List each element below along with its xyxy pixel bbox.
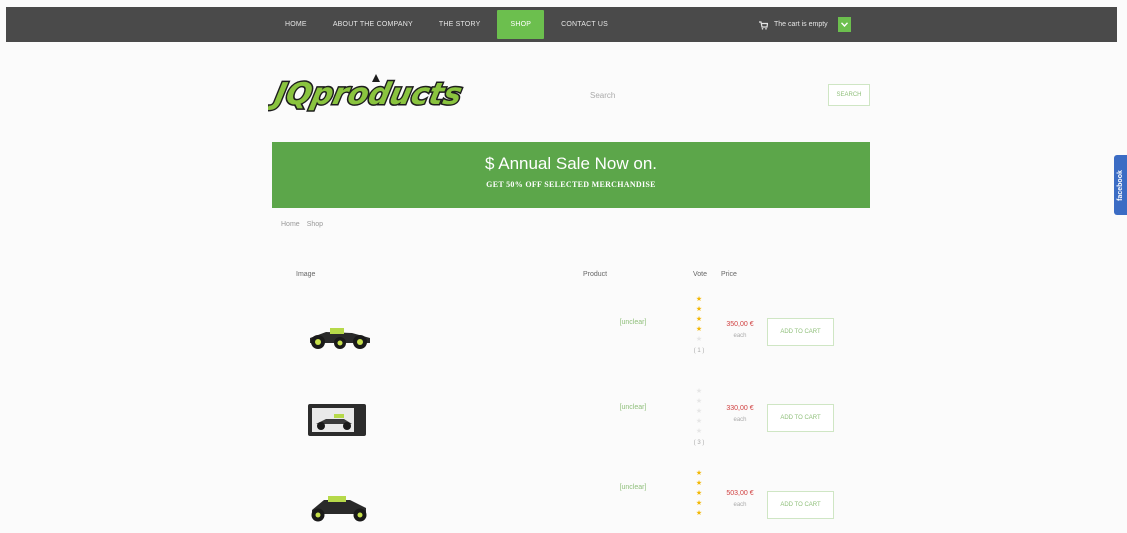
- star-icon[interactable]: ★: [696, 490, 702, 498]
- price-unit: each: [733, 502, 747, 508]
- breadcrumb-home[interactable]: Home: [281, 221, 300, 228]
- nav-shop[interactable]: SHOP: [497, 10, 545, 39]
- add-to-cart-button[interactable]: ADD TO CART: [767, 491, 834, 519]
- star-icon[interactable]: ★: [696, 500, 702, 508]
- star-icon[interactable]: ★: [696, 316, 702, 324]
- product-name[interactable]: [unclear]: [583, 318, 683, 328]
- nav-contact[interactable]: CONTACT US: [548, 7, 621, 42]
- price-unit: each: [733, 333, 747, 339]
- star-icon[interactable]: ★: [696, 418, 702, 426]
- banner-title: $ Annual Sale Now on.: [484, 154, 657, 173]
- rc-buggy-boxed-icon[interactable]: [300, 400, 380, 440]
- product-price: 503,00 € each: [718, 490, 762, 508]
- breadcrumb-shop: Shop: [306, 221, 324, 228]
- vote-count: ( 3 ): [693, 440, 705, 446]
- chevron-down-icon: [840, 22, 848, 27]
- star-icon[interactable]: ★: [696, 408, 702, 416]
- breadcrumb: Home Shop: [281, 221, 323, 228]
- star-icon[interactable]: ★: [696, 326, 702, 334]
- star-icon[interactable]: ★: [696, 388, 702, 396]
- star-icon[interactable]: ★: [696, 306, 702, 314]
- facebook-label: facebook: [1117, 169, 1125, 201]
- sale-banner[interactable]: $ Annual Sale Now on. GET 50% OFF SELECT…: [272, 142, 870, 208]
- svg-text:JQproducts: JQproducts: [268, 77, 465, 112]
- product-name[interactable]: [unclear]: [583, 483, 683, 493]
- header-vote: Vote: [693, 271, 708, 278]
- add-to-cart-button[interactable]: ADD TO CART: [767, 404, 834, 432]
- search-input[interactable]: [590, 85, 820, 105]
- cart-dropdown-button[interactable]: [837, 17, 851, 32]
- search-button[interactable]: SEARCH: [828, 84, 870, 106]
- product-price: 330,00 € each: [718, 405, 762, 423]
- vote-stars[interactable]: ★ ★ ★ ★ ★: [692, 470, 706, 522]
- header-image: Image: [296, 271, 316, 278]
- star-icon[interactable]: ★: [696, 428, 702, 436]
- price-value: 330,00 €: [726, 405, 754, 412]
- vote-count: ( 1 ): [693, 348, 705, 354]
- nav-about[interactable]: ABOUT THE COMPANY: [320, 7, 426, 42]
- cart-status-text: The cart is empty: [774, 21, 828, 28]
- vote-stars[interactable]: ★ ★ ★ ★ ★ ( 3 ): [692, 388, 706, 446]
- banner-subtitle: GET 50% OFF SELECTED MERCHANDISE: [486, 180, 656, 189]
- main-nav: HOME ABOUT THE COMPANY THE STORY SHOP CO…: [272, 7, 621, 42]
- price-value: 350,00 €: [726, 321, 754, 328]
- vote-stars[interactable]: ★ ★ ★ ★ ★ ( 1 ): [692, 296, 706, 354]
- cart-summary[interactable]: The cart is empty: [758, 7, 851, 42]
- add-to-cart-button[interactable]: ADD TO CART: [767, 318, 834, 346]
- facebook-tab-label[interactable]: facebook: [1114, 155, 1127, 215]
- star-icon[interactable]: ★: [696, 470, 702, 478]
- star-icon[interactable]: ★: [696, 398, 702, 406]
- logo[interactable]: JQproducts: [268, 72, 468, 114]
- header-product: Product: [583, 271, 608, 278]
- product-name[interactable]: [unclear]: [583, 403, 683, 413]
- star-icon[interactable]: ★: [696, 480, 702, 488]
- rc-buggy-3-icon[interactable]: [300, 488, 380, 528]
- price-unit: each: [733, 417, 747, 423]
- star-icon[interactable]: ★: [696, 296, 702, 304]
- nav-home[interactable]: HOME: [272, 7, 320, 42]
- cart-icon: [759, 20, 768, 30]
- header-price: Price: [721, 271, 737, 278]
- rc-buggy-1-icon[interactable]: [300, 318, 380, 358]
- product-price: 350,00 € each: [718, 321, 762, 339]
- nav-story[interactable]: THE STORY: [426, 7, 494, 42]
- price-value: 503,00 €: [726, 490, 754, 497]
- top-nav-bar: HOME ABOUT THE COMPANY THE STORY SHOP CO…: [6, 7, 1117, 42]
- star-icon[interactable]: ★: [696, 336, 702, 344]
- star-icon[interactable]: ★: [696, 510, 702, 518]
